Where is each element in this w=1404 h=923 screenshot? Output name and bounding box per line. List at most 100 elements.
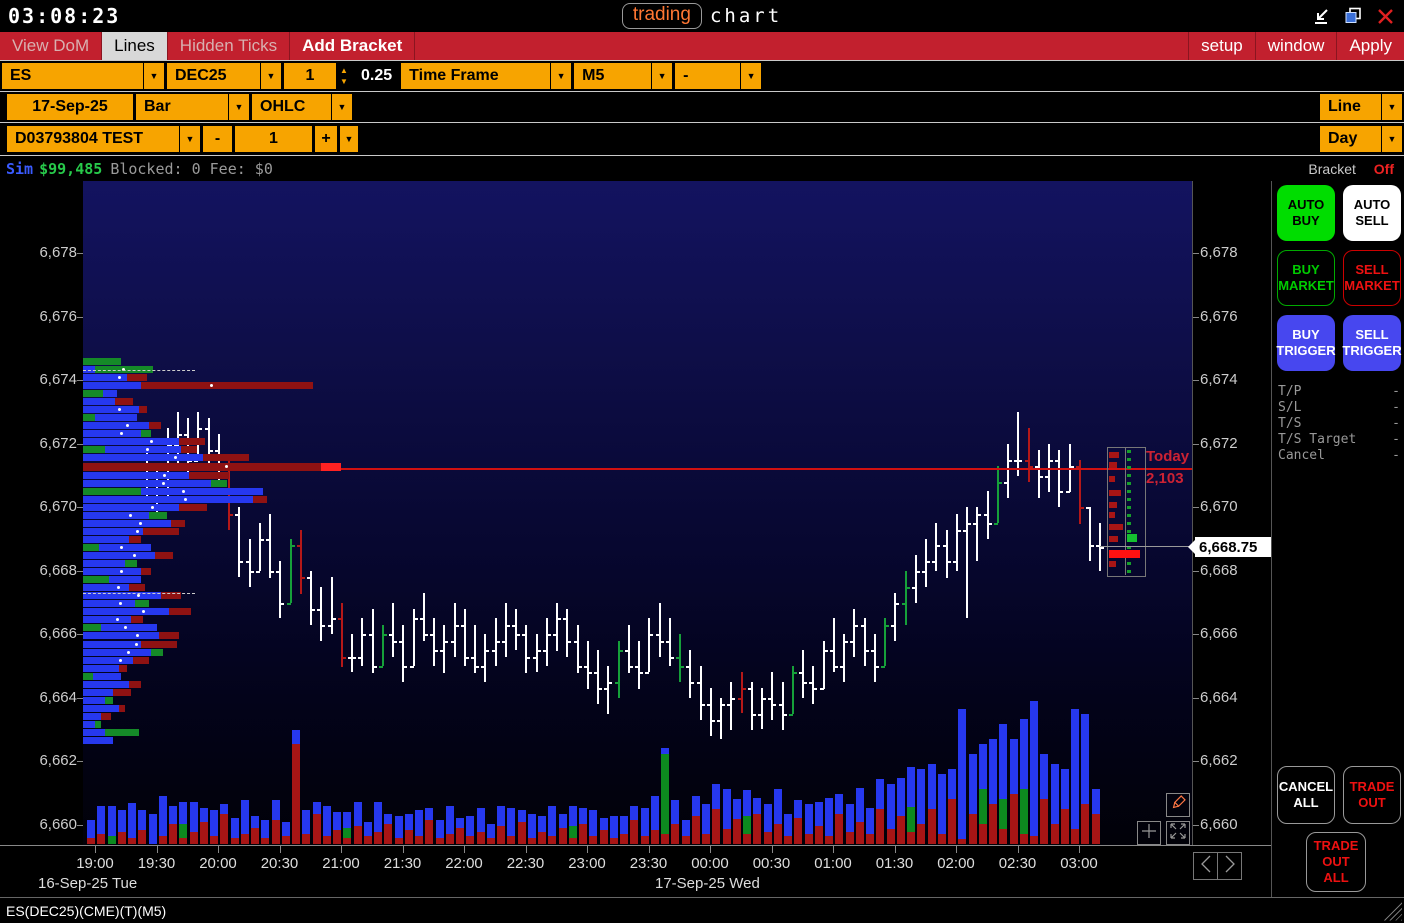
qty-minus-button[interactable]: -	[203, 126, 232, 152]
quantity-stepper[interactable]: 1 ▲▼	[284, 63, 352, 89]
tp-field[interactable]: T/P-	[1278, 383, 1400, 399]
price-label-left: 6,670	[5, 498, 77, 515]
ohlc-select[interactable]: OHLC ▼	[252, 94, 352, 120]
spinner-arrows-icon[interactable]: ▲▼	[336, 63, 352, 89]
volume-bar	[333, 812, 341, 830]
auto-buy-button[interactable]: AUTO BUY	[1277, 185, 1335, 241]
open-tick	[1066, 491, 1070, 493]
cancel-all-button[interactable]: CANCEL ALL	[1277, 766, 1335, 824]
close-tick	[834, 666, 838, 668]
close-tick	[475, 666, 479, 668]
contract-select[interactable]: DEC25 ▼	[167, 63, 281, 89]
date-button[interactable]: 17-Sep-25	[7, 94, 133, 120]
profile-row	[155, 552, 173, 559]
close-tick	[239, 561, 243, 563]
close-tick	[260, 539, 264, 541]
dashed-level	[83, 593, 195, 594]
symbol-select[interactable]: ES ▼	[2, 63, 164, 89]
blocked-fee-status: Blocked: 0 Fee: $0	[110, 160, 273, 178]
menu-hidden-ticks[interactable]: Hidden Ticks	[168, 32, 290, 60]
order-qty-field[interactable]: 1	[235, 126, 312, 152]
time-tick	[587, 846, 588, 853]
trade-out-all-button[interactable]: TRADE OUT ALL	[1306, 832, 1366, 892]
scroll-right-button[interactable]	[1217, 852, 1242, 880]
expand-tool-button[interactable]	[1166, 821, 1190, 845]
ohlc-bar	[392, 603, 394, 657]
volume-bar	[1071, 709, 1079, 829]
trade-out-button[interactable]: TRADE OUT	[1343, 766, 1401, 824]
volume-bar	[497, 806, 505, 826]
volume-bar	[1030, 836, 1038, 844]
sl-field[interactable]: S/L-	[1278, 399, 1400, 415]
volume-bar	[1020, 789, 1028, 834]
qty-dropdown[interactable]: ▼	[340, 126, 358, 152]
ohlc-bar	[741, 672, 743, 713]
menu-window[interactable]: window	[1255, 32, 1337, 60]
price-tick-right	[1193, 634, 1199, 635]
menu-apply[interactable]: Apply	[1336, 32, 1404, 60]
ohlc-bar	[905, 571, 907, 625]
open-tick	[881, 666, 885, 668]
volume-bar	[928, 809, 936, 844]
restore-icon[interactable]	[1344, 7, 1362, 25]
open-tick	[276, 571, 280, 573]
toolbar-row-3: D03793804 TEST ▼ - 1 + ▼ Day ▼	[0, 123, 1404, 156]
cancel-field[interactable]: Cancel-	[1278, 447, 1400, 463]
profile-row	[181, 446, 197, 453]
volume-bar	[313, 802, 321, 814]
chart-area[interactable]: Today 2,103 6,6786,6766,6746,6726,6706,6…	[0, 181, 1192, 845]
profile-row	[105, 446, 181, 453]
scroll-left-button[interactable]	[1193, 852, 1218, 880]
timeframe-select[interactable]: Time Frame ▼	[401, 63, 571, 89]
open-tick	[430, 634, 434, 636]
interval-select[interactable]: M5 ▼	[574, 63, 672, 89]
ts-field[interactable]: T/S-	[1278, 415, 1400, 431]
menu-view-dom[interactable]: View DoM	[0, 32, 102, 60]
buy-trigger-button[interactable]: BUY TRIGGER	[1277, 315, 1335, 371]
sell-market-button[interactable]: SELL MARKET	[1343, 250, 1401, 306]
crosshair-tool-button[interactable]	[1137, 821, 1161, 845]
current-profile-red	[1109, 561, 1116, 567]
ts-target-field[interactable]: T/S Target-	[1278, 431, 1400, 447]
account-select[interactable]: D03793804 TEST ▼	[7, 126, 200, 152]
close-icon[interactable]	[1376, 7, 1394, 25]
draw-tool-button[interactable]	[1166, 793, 1190, 817]
chart-plot[interactable]	[83, 181, 1192, 845]
poc-dot	[118, 408, 121, 411]
time-tick	[280, 846, 281, 853]
close-tick	[629, 666, 633, 668]
profile-row	[83, 721, 95, 728]
qty-plus-button[interactable]: +	[315, 126, 337, 152]
close-tick	[977, 514, 981, 516]
auto-sell-button[interactable]: AUTO SELL	[1343, 185, 1401, 241]
current-profile-green-dash	[1127, 474, 1131, 477]
close-tick	[711, 720, 715, 722]
menu-lines[interactable]: Lines	[102, 32, 168, 60]
menu-add-bracket[interactable]: Add Bracket	[290, 32, 415, 60]
bracket-state[interactable]: Off	[1374, 161, 1394, 177]
profile-row	[189, 472, 229, 479]
chart-style-select[interactable]: Bar ▼	[136, 94, 249, 120]
clock: 03:08:23	[8, 4, 120, 28]
extra-select[interactable]: - ▼	[675, 63, 761, 89]
volume-bar	[999, 724, 1007, 799]
profile-row	[179, 438, 205, 445]
minimize-icon[interactable]	[1312, 7, 1330, 25]
menu-setup[interactable]: setup	[1188, 32, 1255, 60]
ohlc-bar	[946, 530, 948, 578]
buy-market-button[interactable]: BUY MARKET	[1277, 250, 1335, 306]
close-tick	[772, 704, 776, 706]
close-tick	[895, 603, 899, 605]
sell-trigger-button[interactable]: SELL TRIGGER	[1343, 315, 1401, 371]
day-select[interactable]: Day ▼	[1320, 126, 1402, 152]
profile-row	[131, 616, 143, 623]
volume-bar	[261, 838, 269, 844]
line-select[interactable]: Line ▼	[1320, 94, 1402, 120]
volume-bar	[384, 824, 392, 844]
open-tick	[502, 641, 506, 643]
volume-bar	[989, 739, 997, 804]
volume-bar	[1030, 701, 1038, 836]
resize-grip[interactable]	[1382, 901, 1402, 921]
volume-bar	[948, 769, 956, 799]
price-label-left: 6,664	[5, 689, 77, 706]
